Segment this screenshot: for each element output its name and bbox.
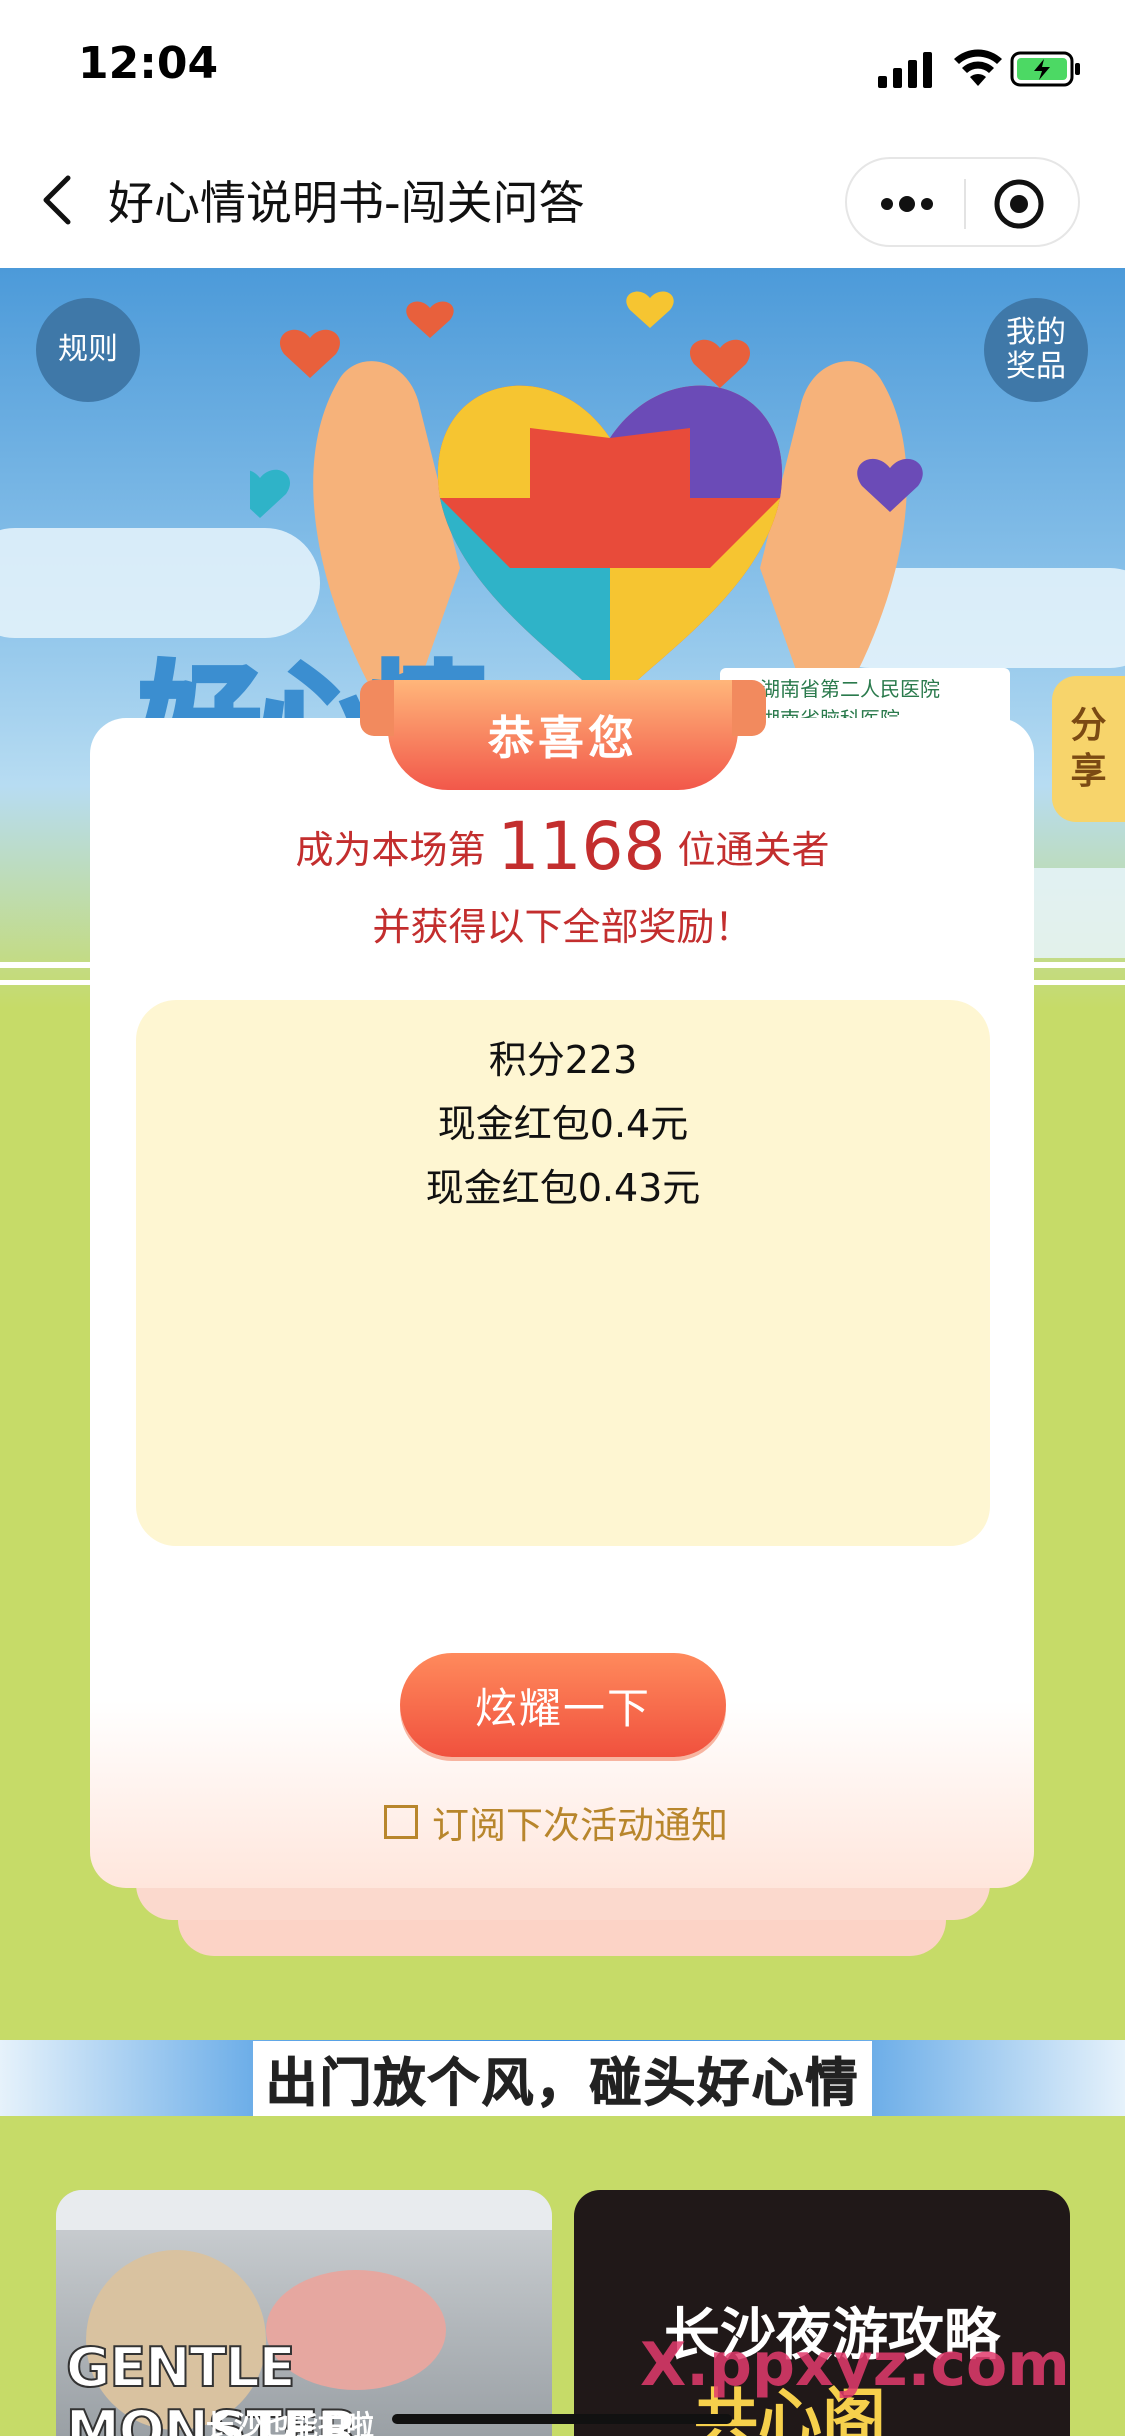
rank-suffix: 位通关者 xyxy=(677,828,830,872)
battery-charging-icon xyxy=(1010,51,1080,87)
tile-subtitle: 长沙也能拍啦 xyxy=(206,2409,375,2436)
rank-number: 1168 xyxy=(497,808,666,885)
mini-program-capsule xyxy=(845,157,1080,247)
slogan-band: 出门放个风，碰头好心情 xyxy=(0,2040,1125,2116)
reward-intro: 并获得以下全部奖励！ xyxy=(372,905,753,949)
reward-list-box: 积分223 现金红包0.4元 现金红包0.43元 xyxy=(136,1000,990,1546)
wifi-icon xyxy=(954,49,1002,86)
hospital-name-1: 湖南省第二人民医院 xyxy=(760,677,940,701)
share-tab[interactable]: 分 享 xyxy=(1052,676,1125,822)
close-miniprogram-icon[interactable] xyxy=(992,177,1046,231)
page-title: 好心情说明书-闯关问答 xyxy=(108,176,585,230)
rules-button[interactable]: 规则 xyxy=(36,298,140,402)
status-bar: 12:04 xyxy=(0,0,1125,135)
capsule-divider xyxy=(964,179,966,229)
reward-item: 现金红包0.4元 xyxy=(437,1102,689,1146)
rank-prefix: 成为本场第 xyxy=(295,828,486,872)
subscribe-checkbox[interactable] xyxy=(384,1805,418,1839)
article-card-gentle-monster[interactable]: GENTLE MONSTER 长沙也能拍啦 xyxy=(56,2190,552,2436)
reward-item: 现金红包0.43元 xyxy=(425,1166,701,1210)
show-off-button[interactable]: 炫耀一下 xyxy=(400,1653,726,1757)
back-arrow-icon[interactable] xyxy=(38,170,78,230)
status-time: 12:04 xyxy=(78,38,219,89)
nav-bar: 好心情说明书-闯关问答 xyxy=(0,135,1125,268)
rank-line: 成为本场第 1168 位通关者 xyxy=(0,808,1125,885)
subscribe-label: 订阅下次活动通知 xyxy=(432,1804,728,1847)
slogan-text: 出门放个风，碰头好心情 xyxy=(253,2040,872,2116)
watermark-text: X.ppxyz.com xyxy=(640,2330,1070,2400)
cellular-signal-icon xyxy=(878,52,932,88)
congrats-ribbon: 恭喜您 xyxy=(360,680,766,790)
subscribe-option[interactable]: 订阅下次活动通知 xyxy=(384,1797,728,1847)
reward-item: 积分223 xyxy=(488,1038,638,1082)
home-indicator[interactable] xyxy=(392,2414,732,2424)
more-options-icon[interactable] xyxy=(877,187,937,221)
my-prizes-button[interactable]: 我的 奖品 xyxy=(984,298,1088,402)
